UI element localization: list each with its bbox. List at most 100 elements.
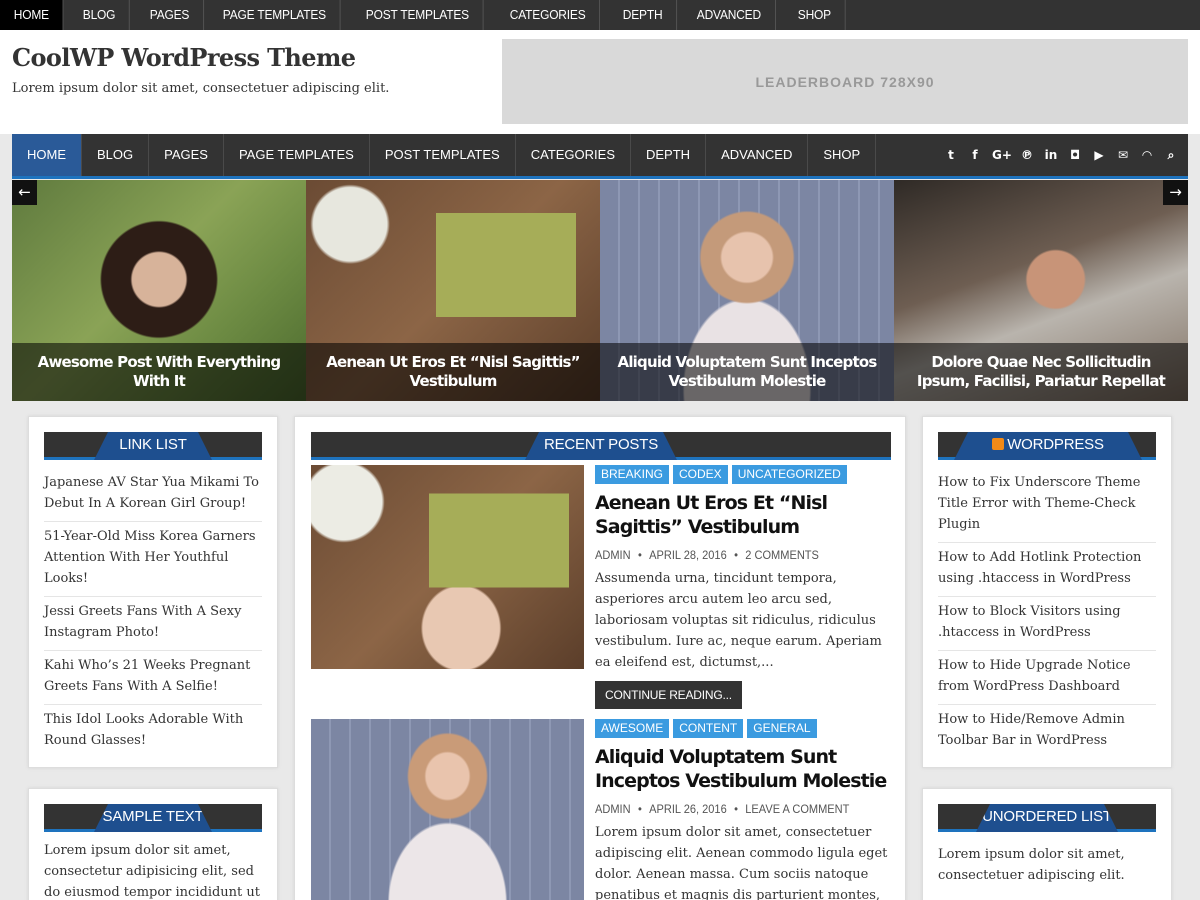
section-title: RECENT POSTS <box>525 432 677 460</box>
post-title[interactable]: Aenean Ut Eros Et “Nisl Sagittis” Vestib… <box>595 491 893 539</box>
site-header: CoolWP WordPress Theme Lorem ipsum dolor… <box>0 30 1200 134</box>
post-comments[interactable]: LEAVE A COMMENT <box>745 802 849 816</box>
list-item[interactable]: This Idol Looks Adorable With Round Glas… <box>44 705 262 758</box>
post-date[interactable]: APRIL 28, 2016 <box>649 548 727 562</box>
list-item[interactable]: How to Add Hotlink Protection using .hta… <box>938 543 1156 597</box>
post-categories: AWESOME CONTENT GENERAL <box>595 719 893 738</box>
main-nav-home[interactable]: HOME <box>12 134 82 176</box>
main-nav-depth[interactable]: DEPTH <box>631 134 707 176</box>
continue-reading-button[interactable]: CONTINUE READING... <box>595 681 742 709</box>
post-date[interactable]: APRIL 26, 2016 <box>649 802 727 816</box>
top-nav-post-templates[interactable]: POST TEMPLATES <box>352 0 485 30</box>
widget-title: SAMPLE TEXT <box>94 804 212 832</box>
google-plus-icon[interactable]: G+ <box>992 148 1012 162</box>
instagram-icon[interactable]: ◘ <box>1068 148 1082 162</box>
meta-separator: • <box>637 548 642 562</box>
post-categories: BREAKING CODEX UNCATEGORIZED <box>595 465 893 484</box>
main-nav-advanced[interactable]: ADVANCED <box>706 134 809 176</box>
slide-title[interactable]: Aliquid Voluptatem Sunt Inceptos Vestibu… <box>600 343 894 401</box>
search-icon[interactable]: ⌕ <box>1164 148 1178 163</box>
facebook-icon[interactable]: f <box>968 148 982 162</box>
top-nav-shop[interactable]: SHOP <box>784 0 846 30</box>
list-item[interactable]: How to Block Visitors using .htaccess in… <box>938 597 1156 651</box>
main-navigation: HOME BLOG PAGES PAGE TEMPLATES POST TEMP… <box>12 134 1188 179</box>
recent-posts-section: RECENT POSTS BREAKING CODEX UNCATEGORIZE… <box>294 416 906 900</box>
sample-text-widget: SAMPLE TEXT Lorem ipsum dolor sit amet, … <box>28 788 278 900</box>
category-badge[interactable]: UNCATEGORIZED <box>731 465 847 484</box>
site-description: Lorem ipsum dolor sit amet, consectetuer… <box>12 81 390 96</box>
post-meta: ADMIN • APRIL 28, 2016 • 2 COMMENTS <box>595 548 869 562</box>
list-item[interactable]: How to Hide/Remove Admin Toolbar Bar in … <box>938 705 1156 758</box>
slide[interactable]: Aenean Ut Eros Et “Nisl Sagittis” Vestib… <box>306 180 600 401</box>
meta-separator: • <box>734 548 738 562</box>
main-nav-blog[interactable]: BLOG <box>82 134 150 176</box>
post-excerpt: Lorem ipsum dolor sit amet, consectetuer… <box>595 825 888 900</box>
slide[interactable]: Dolore Quae Nec Sollicitudin Ipsum, Faci… <box>894 180 1188 401</box>
top-nav-home[interactable]: HOME <box>0 0 64 30</box>
site-title[interactable]: CoolWP WordPress Theme <box>12 43 356 72</box>
list-item[interactable]: How to Fix Underscore Theme Title Error … <box>938 468 1156 543</box>
post-body: AWESOME CONTENT GENERAL Aliquid Voluptat… <box>595 719 893 900</box>
featured-slider: Awesome Post With Everything With It Aen… <box>12 180 1188 401</box>
post-thumbnail[interactable] <box>311 465 584 669</box>
email-icon[interactable]: ✉ <box>1116 148 1130 162</box>
list-item[interactable]: Japanese AV Star Yua Mikami To Debut In … <box>44 468 262 522</box>
social-icons: t f G+ ℗ in ◘ ▶ ✉ ◠ ⌕ <box>944 134 1178 176</box>
widget-title: UNORDERED LIST <box>976 804 1118 832</box>
post-title[interactable]: Aliquid Voluptatem Sunt Inceptos Vestibu… <box>595 745 893 793</box>
widget-title-bar: UNORDERED LIST <box>938 804 1156 832</box>
top-nav-advanced[interactable]: ADVANCED <box>683 0 776 30</box>
main-nav-pages[interactable]: PAGES <box>149 134 224 176</box>
pinterest-icon[interactable]: ℗ <box>1020 148 1034 162</box>
category-badge[interactable]: GENERAL <box>747 719 817 738</box>
top-navigation: HOME BLOG PAGES PAGE TEMPLATES POST TEMP… <box>0 0 1200 30</box>
main-nav-post-templates[interactable]: POST TEMPLATES <box>370 134 516 176</box>
slide-title[interactable]: Aenean Ut Eros Et “Nisl Sagittis” Vestib… <box>306 343 600 401</box>
category-badge[interactable]: BREAKING <box>595 465 670 484</box>
slide-title[interactable]: Awesome Post With Everything With It <box>12 343 306 401</box>
slide[interactable]: Aliquid Voluptatem Sunt Inceptos Vestibu… <box>600 180 894 401</box>
category-badge[interactable]: CODEX <box>673 465 728 484</box>
link-list-widget: LINK LIST Japanese AV Star Yua Mikami To… <box>28 416 278 768</box>
rss-icon <box>992 438 1004 450</box>
post-author[interactable]: ADMIN <box>595 548 631 562</box>
post-meta: ADMIN • APRIL 26, 2016 • LEAVE A COMMENT <box>595 802 869 816</box>
rss-icon[interactable]: ◠ <box>1140 148 1154 162</box>
slider-prev-icon[interactable]: ← <box>12 180 37 205</box>
section-title-bar: RECENT POSTS <box>311 432 891 460</box>
twitter-icon[interactable]: t <box>944 148 958 162</box>
wordpress-tutorials-widget: WORDPRESS TUTORIALS How to Fix Underscor… <box>922 416 1172 768</box>
youtube-icon[interactable]: ▶ <box>1092 148 1106 162</box>
widget-title-bar: SAMPLE TEXT <box>44 804 262 832</box>
list-item[interactable]: Kahi Who’s 21 Weeks Pregnant Greets Fans… <box>44 651 262 705</box>
main-nav-page-templates[interactable]: PAGE TEMPLATES <box>224 134 370 176</box>
post-author[interactable]: ADMIN <box>595 802 631 816</box>
main-nav-categories[interactable]: CATEGORIES <box>516 134 631 176</box>
post-thumbnail[interactable] <box>311 719 584 900</box>
category-badge[interactable]: AWESOME <box>595 719 670 738</box>
list-item[interactable]: Jessi Greets Fans With A Sexy Instagram … <box>44 597 262 651</box>
unordered-list-widget: UNORDERED LIST Lorem ipsum dolor sit ame… <box>922 788 1172 900</box>
list-item[interactable]: 51-Year-Old Miss Korea Garners Attention… <box>44 522 262 597</box>
widget-title-bar: WORDPRESS TUTORIALS <box>938 432 1156 460</box>
leaderboard-ad[interactable]: LEADERBOARD 728X90 <box>502 39 1188 124</box>
widget-title: LINK LIST <box>94 432 212 460</box>
top-nav-pages[interactable]: PAGES <box>136 0 204 30</box>
top-nav-depth[interactable]: DEPTH <box>609 0 677 30</box>
post-body: BREAKING CODEX UNCATEGORIZED Aenean Ut E… <box>595 465 893 709</box>
top-nav-blog[interactable]: BLOG <box>69 0 131 30</box>
top-nav-page-templates[interactable]: PAGE TEMPLATES <box>209 0 342 30</box>
top-nav-categories[interactable]: CATEGORIES <box>496 0 600 30</box>
linkedin-icon[interactable]: in <box>1044 148 1058 162</box>
main-nav-shop[interactable]: SHOP <box>808 134 877 176</box>
sample-text: Lorem ipsum dolor sit amet, consectetur … <box>44 843 260 900</box>
widget-title-tab: WORDPRESS TUTORIALS <box>954 432 1142 460</box>
list-item[interactable]: Lorem ipsum dolor sit amet, consectetuer… <box>938 840 1156 893</box>
slide-title[interactable]: Dolore Quae Nec Sollicitudin Ipsum, Faci… <box>894 343 1188 401</box>
slide[interactable]: Awesome Post With Everything With It <box>12 180 306 401</box>
post-comments[interactable]: 2 COMMENTS <box>745 548 819 562</box>
post-excerpt: Assumenda urna, tincidunt tempora, asper… <box>595 571 882 670</box>
slider-next-icon[interactable]: → <box>1163 180 1188 205</box>
category-badge[interactable]: CONTENT <box>673 719 744 738</box>
list-item[interactable]: How to Hide Upgrade Notice from WordPres… <box>938 651 1156 705</box>
